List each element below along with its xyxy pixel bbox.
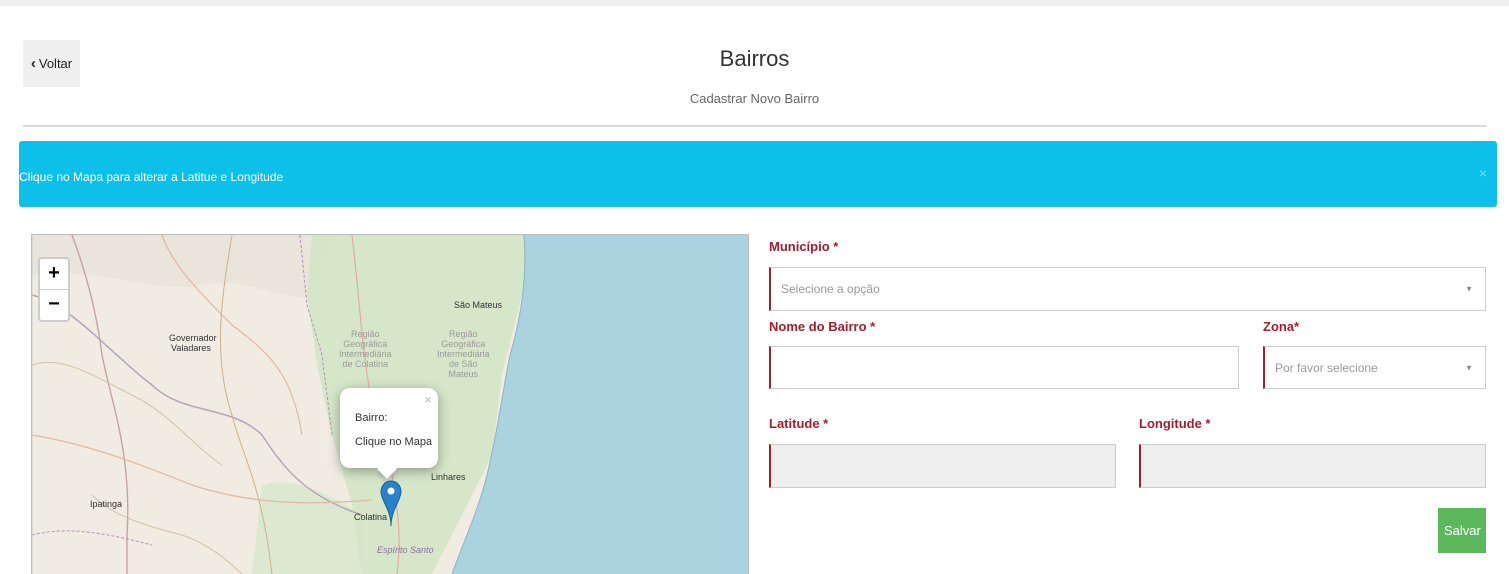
nome-bairro-input[interactable] (769, 346, 1239, 389)
region-sao-mateus-line: Região (449, 329, 478, 339)
popup-text: Clique no Mapa (355, 436, 433, 448)
municipio-placeholder: Selecione a opção (781, 282, 880, 296)
map-label-regiao-colatina: Região Geográfica Intermediária de Colat… (339, 329, 392, 369)
longitude-input[interactable] (1139, 444, 1486, 488)
municipio-label: Município * (769, 239, 839, 254)
zona-placeholder: Por favor selecione (1275, 360, 1378, 375)
top-strip (0, 0, 1509, 6)
municipio-select[interactable]: Selecione a opção ▼ (769, 267, 1486, 311)
page-subtitle: Cadastrar Novo Bairro (689, 91, 820, 106)
zona-label: Zona* (1263, 319, 1300, 334)
zoom-control: + − (38, 257, 70, 322)
latitude-label: Latitude * (769, 416, 829, 431)
save-button[interactable]: Salvar (1438, 508, 1486, 553)
nome-bairro-label: Nome do Bairro * (769, 319, 876, 334)
zoom-in-button[interactable]: + (40, 259, 68, 290)
alert-message: Clique no Mapa para alterar a Latitue e … (19, 170, 284, 184)
info-alert: Clique no Mapa para alterar a Latitue e … (19, 141, 1497, 207)
map-label-sao-mateus: São Mateus (454, 300, 503, 310)
map-label-linhares: Linhares (431, 472, 466, 482)
chevron-down-icon: ▼ (1465, 363, 1473, 372)
map-popup: Bairro: Clique no Mapa × (340, 388, 438, 479)
map-label-ipatinga: Ipatinga (90, 499, 123, 509)
latitude-input[interactable] (769, 444, 1116, 488)
map-label-regiao-sao-mateus: Região Geográfica Intermediária de São M… (437, 329, 490, 379)
popup-close-icon[interactable]: × (424, 392, 432, 407)
region-sao-mateus-line: Geográfica (441, 339, 486, 349)
map-label-valadares: Valadares (171, 343, 211, 353)
alert-close-icon[interactable]: × (1479, 165, 1487, 181)
map-marker-icon[interactable] (380, 480, 402, 528)
region-sao-mateus-line: Intermediária (437, 349, 490, 359)
region-sao-mateus-line: Mateus (448, 369, 479, 379)
page-title: Bairros (719, 46, 790, 71)
region-colatina-line: Geográfica (343, 339, 388, 349)
zoom-out-button[interactable]: − (40, 290, 68, 320)
chevron-down-icon: ▼ (1465, 284, 1473, 294)
longitude-label: Longitude * (1139, 416, 1211, 431)
region-colatina-line: Região (351, 329, 380, 339)
region-colatina-line: de Colatina (342, 359, 389, 369)
region-colatina-line: Intermediária (339, 349, 392, 359)
map-canvas[interactable]: + − São Mateus Governador Valadares Regi… (31, 234, 749, 574)
map-label-governador: Governador (169, 333, 217, 343)
header-divider (23, 125, 1486, 127)
map-label-espirito-santo: Espírito Santo (377, 545, 434, 555)
region-sao-mateus-line: de São (449, 359, 478, 369)
popup-title: Bairro: (355, 412, 388, 424)
zona-select[interactable]: Por favor selecione ▼ (1263, 346, 1486, 389)
